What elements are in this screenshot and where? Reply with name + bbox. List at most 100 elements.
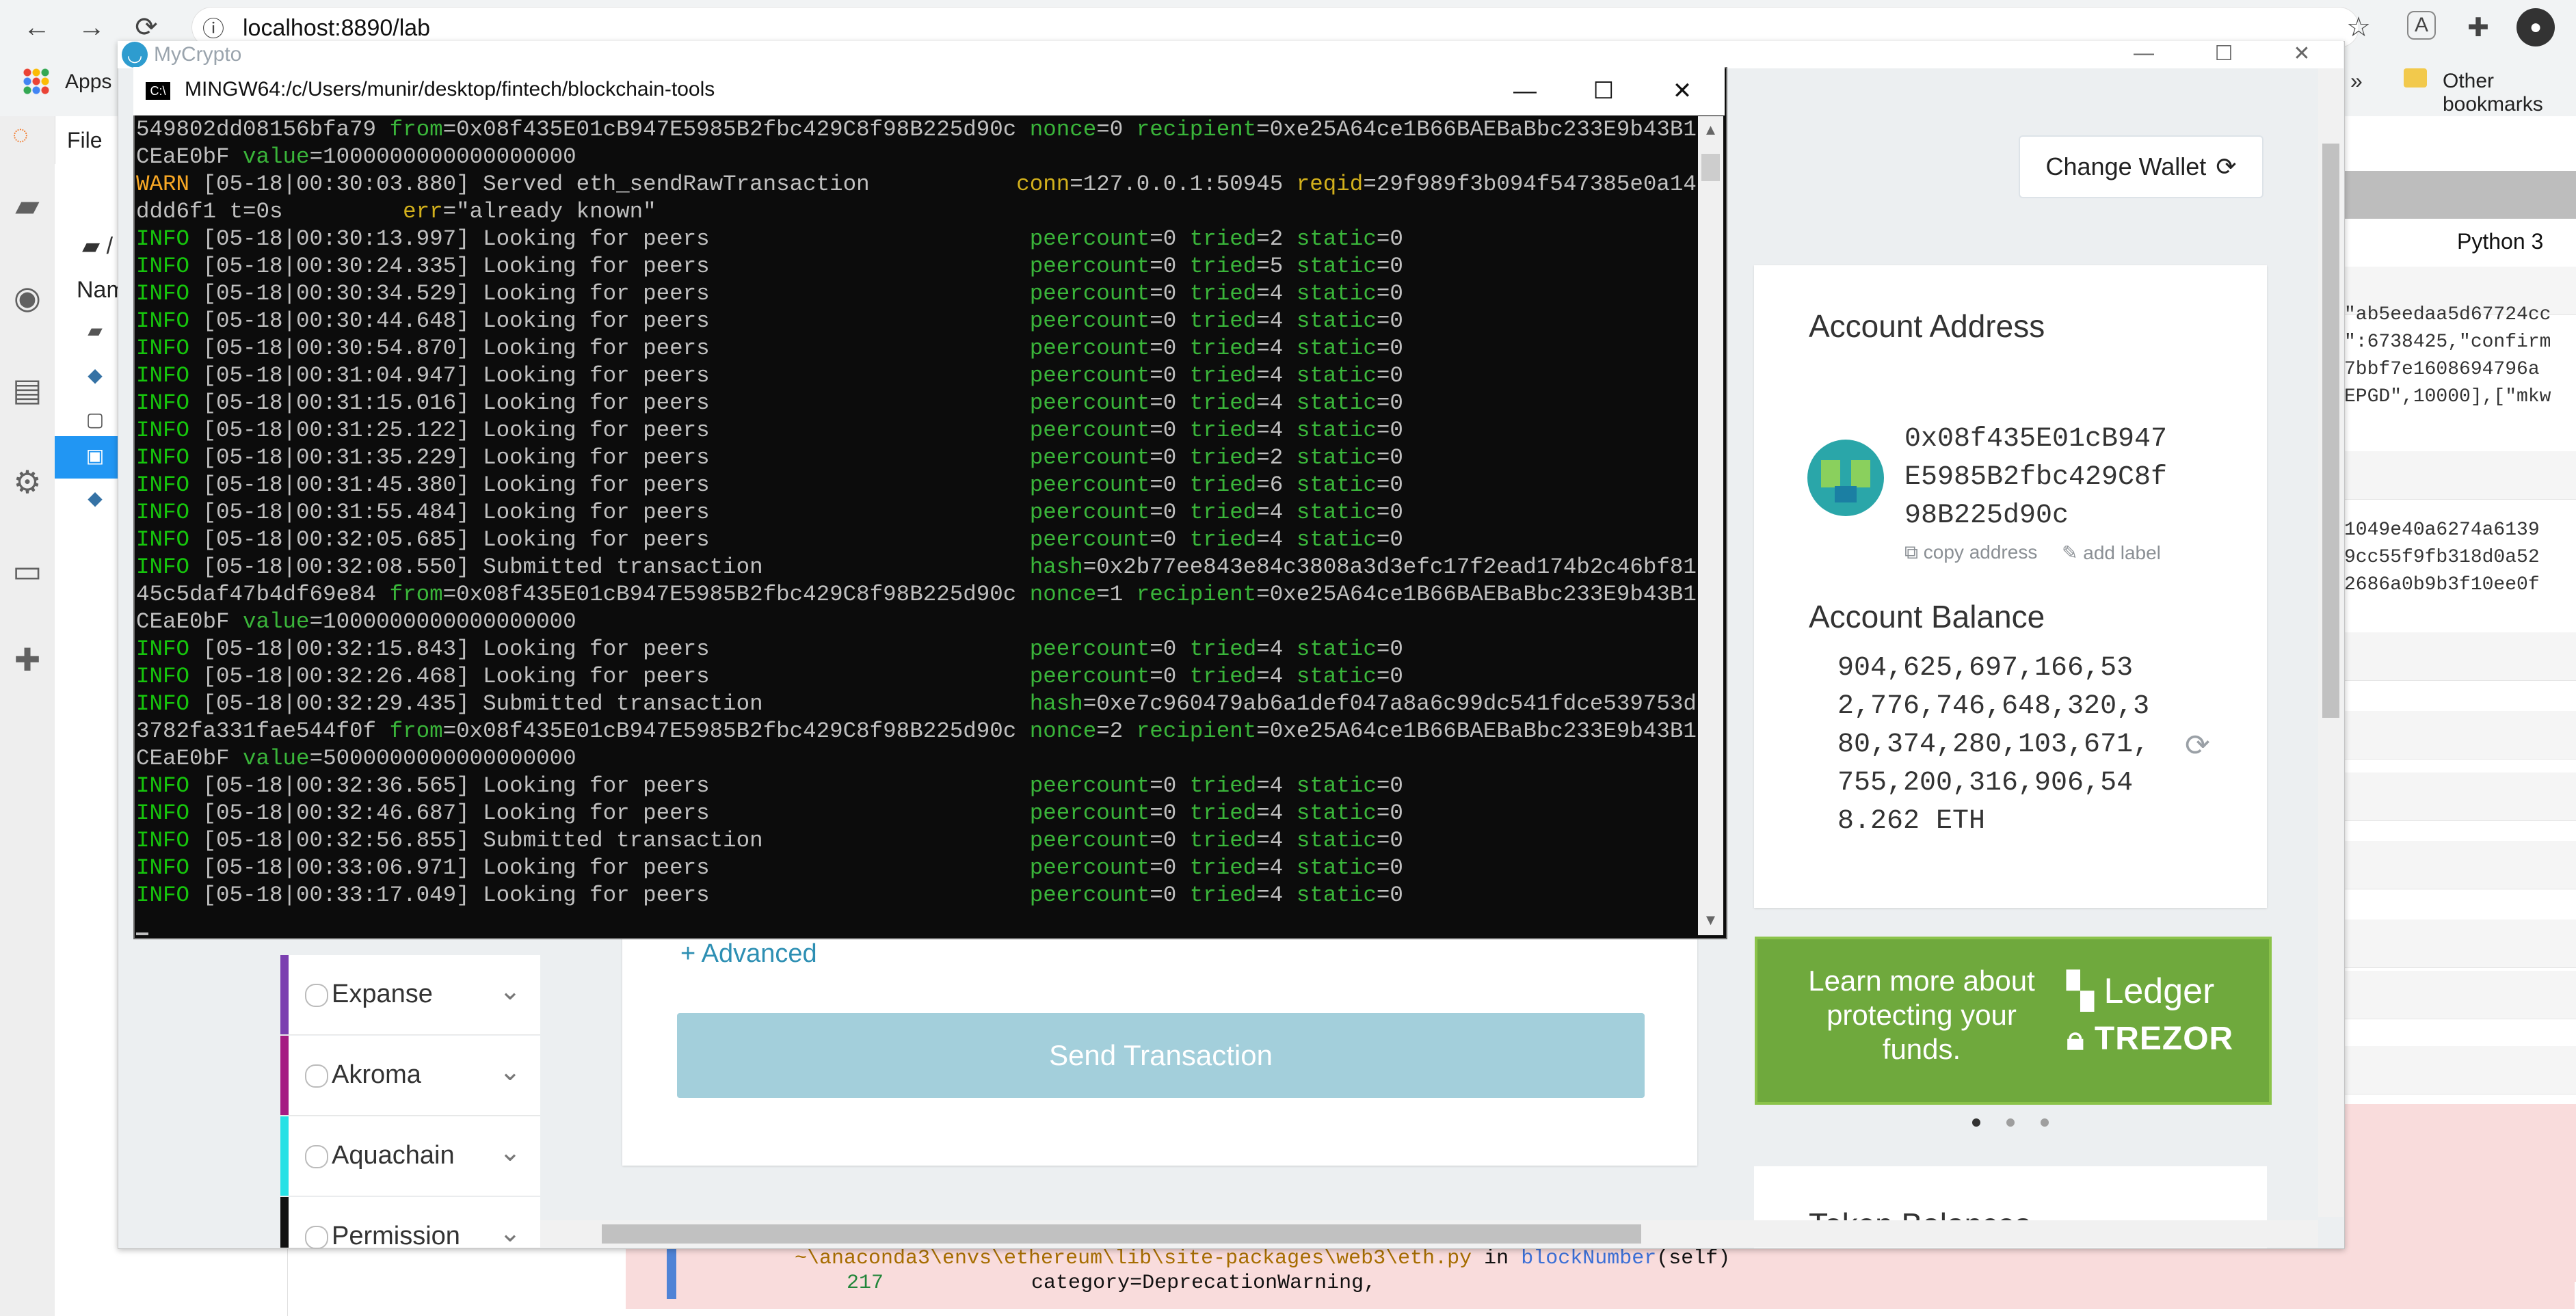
commands-icon[interactable]: ▤ [7,369,48,410]
terminal-token: recipient [1136,582,1257,607]
copy-address-button[interactable]: ⧉ copy address [1904,541,2037,564]
running-stop-icon[interactable]: ◉ [7,277,48,318]
chevron-down-icon[interactable]: ⌄ [499,1218,521,1248]
terminal-token: [05-18|00:31:04.947] Looking for peers [189,363,1030,388]
terminal-token: [05-18|00:30:54.870] Looking for peers [189,336,1030,361]
terminal-token: nonce [1029,117,1097,142]
network-item-expanse[interactable]: Expanse ⌄ [280,955,540,1035]
breadcrumb-root[interactable]: / [107,233,113,259]
chevron-down-icon[interactable]: ⌄ [499,976,521,1006]
extensions-puzzle-icon[interactable]: ✚ [2462,11,2495,44]
terminal-token: =6 [1256,472,1297,498]
scroll-down-icon[interactable]: ▼ [1698,908,1723,932]
advanced-link[interactable]: + Advanced [680,939,817,969]
terminal-token: INFO [136,363,190,388]
apps-grid-icon[interactable] [23,68,49,94]
network-radio[interactable] [305,1145,328,1168]
minimize-icon[interactable]: — [1508,74,1542,108]
ledger-icon: ▚ [2067,971,2104,1011]
identicon-block [1821,460,1840,487]
notebook-cell[interactable] [2344,711,2576,760]
notebook-cell[interactable] [2344,919,2576,968]
terminal-token: tried [1189,636,1257,662]
maximize-icon[interactable]: ☐ [2210,40,2238,67]
notebook-cell[interactable] [2344,971,2576,1019]
terminal-token: =0 [1150,308,1190,334]
network-radio[interactable] [305,1226,328,1249]
bookmark-apps[interactable]: Apps [65,70,111,94]
refresh-balance-icon[interactable]: ⟳ [2185,728,2210,763]
breadcrumb[interactable]: ▰ / [82,232,113,260]
change-wallet-button[interactable]: Change Wallet ⟳ [2019,135,2263,198]
terminal-token: static [1296,664,1377,689]
mycrypto-logo-icon: ◡ [122,42,148,68]
account-address[interactable]: 0x08f435E01cB947 E5985B2fbc429C8f 98B225d9… [1904,420,2167,535]
terminal-token: INFO [136,500,190,525]
address-line: 0x08f435E01cB947 [1904,424,2168,455]
bookmarks-more-icon[interactable]: » [2350,68,2363,94]
settings-gear-icon[interactable]: ⚙ [7,461,48,502]
back-icon[interactable]: ← [21,11,53,44]
add-label-button[interactable]: ✎ add label [2062,541,2161,564]
scrollbar-thumb[interactable] [2322,144,2339,718]
chevron-down-icon[interactable]: ⌄ [499,1137,521,1168]
maximize-icon[interactable]: ☐ [1586,74,1621,108]
carousel-dot[interactable] [2041,1118,2049,1127]
carousel-dot[interactable] [2006,1118,2015,1127]
network-radio[interactable] [305,1064,328,1088]
info-icon[interactable]: ⓘ [197,11,230,44]
terminal-token: tried [1189,281,1257,306]
network-item-permission[interactable]: Permission ⌄ [280,1197,540,1250]
traceback-code: category=DeprecationWarning, [884,1272,1377,1295]
notebook-cell[interactable] [2344,1046,2576,1095]
minimize-icon[interactable]: — [2130,40,2157,67]
terminal-token: [05-18|00:33:17.049] Looking for peers [189,883,1030,908]
terminal-token: =0 [1376,254,1403,279]
terminal-output[interactable]: 549802dd08156bfa79 from=0x08f435E01cB947… [136,116,1697,935]
chevron-down-icon[interactable]: ⌄ [499,1056,521,1087]
folder-icon[interactable]: ▰ [7,185,48,226]
kernel-name[interactable]: Python 3 [2457,229,2543,254]
terminal-line: INFO [05-18|00:30:34.529] Looking for pe… [136,280,1697,308]
menu-file[interactable]: File [67,128,103,153]
terminal-token: =1000000000000000000 [309,609,576,634]
network-radio[interactable] [305,984,328,1007]
scrollbar-thumb[interactable] [602,1224,1641,1244]
network-item-akroma[interactable]: Akroma ⌄ [280,1036,540,1116]
terminal-token: static [1296,636,1377,662]
terminal-token: INFO [136,636,190,662]
terminal-token: peercount [1029,855,1150,881]
close-icon[interactable]: ✕ [2288,40,2315,67]
terminal-line: ddd6f1 t=0s err="already known" [136,198,1697,226]
scrollbar-thumb[interactable] [1701,154,1720,181]
close-icon[interactable]: ✕ [1665,74,1699,108]
terminal-token: INFO [136,226,190,252]
terminal-token: tried [1189,226,1257,252]
extension-manager-icon[interactable]: ✚ [7,639,48,680]
address-text[interactable]: localhost:8890/lab [243,15,430,42]
send-transaction-button[interactable]: Send Transaction [677,1013,1645,1098]
notebook-cell[interactable] [2344,451,2576,500]
terminal-token: =0 [1376,472,1403,498]
notebook-cell[interactable] [2344,841,2576,889]
terminal-cursor [136,909,1697,935]
notebook-cell[interactable] [2344,773,2576,821]
terminal-scrollbar[interactable] [1698,116,1723,935]
terminal-token: tried [1189,664,1257,689]
notebook-cell[interactable] [2344,632,2576,681]
tabs-icon[interactable]: ▭ [7,550,48,591]
terminal-token: [05-18|00:31:15.016] Looking for peers [189,390,1030,416]
account-address-title: Account Address [1809,308,2045,344]
terminal-token: =0 [1150,254,1190,279]
scroll-up-icon[interactable]: ▲ [1698,118,1723,142]
bookmark-other[interactable]: Other bookmarks [2443,70,2576,116]
terminal-token: [05-18|00:30:44.648] Looking for peers [189,308,1030,334]
profile-avatar[interactable]: ● [2517,8,2555,46]
extension-icon[interactable]: A [2407,11,2436,40]
terminal-title: MINGW64:/c/Users/munir/desktop/fintech/b… [185,78,715,100]
network-item-aquachain[interactable]: Aquachain ⌄ [280,1116,540,1196]
carousel-dot-active[interactable] [1972,1118,1980,1127]
forward-icon[interactable]: → [75,11,108,44]
reload-icon[interactable]: ⟳ [130,11,163,44]
bookmark-star-icon[interactable]: ☆ [2342,11,2375,44]
